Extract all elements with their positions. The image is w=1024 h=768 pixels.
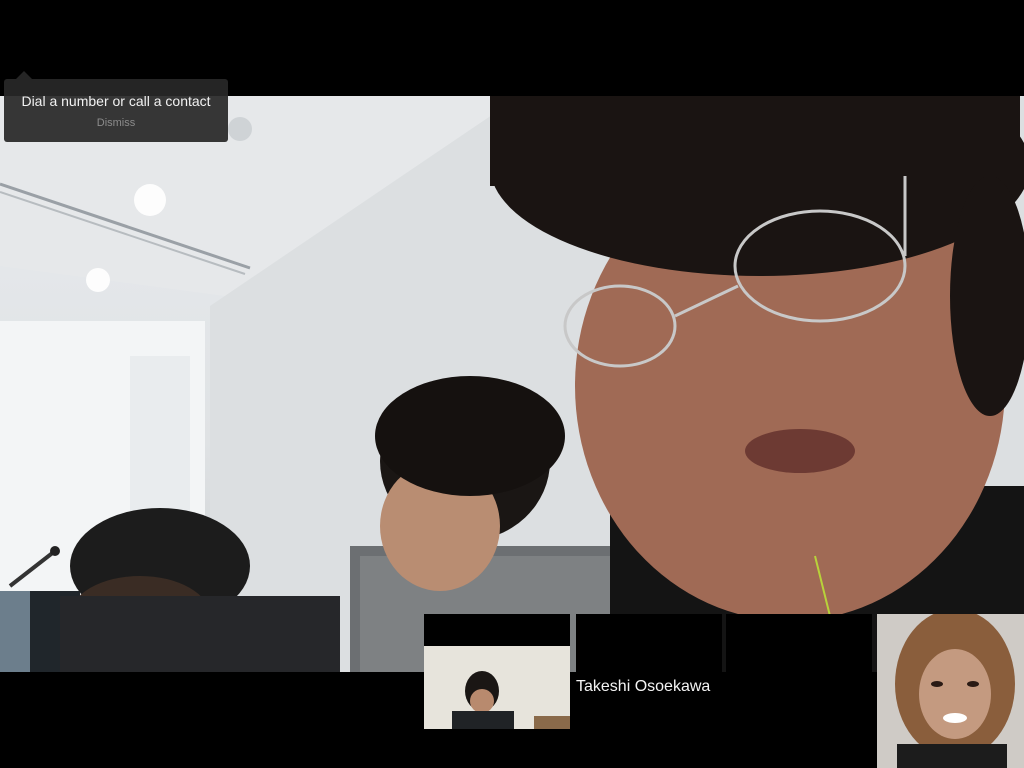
dial-hint-message: Dial a number or call a contact: [21, 93, 211, 109]
dial-hint-tooltip: Dial a number or call a contact Dismiss: [4, 71, 228, 142]
main-video-feed[interactable]: [0, 96, 1024, 672]
participant-tile-1[interactable]: [424, 614, 570, 729]
dismiss-button[interactable]: Dismiss: [97, 117, 136, 129]
participant-name-label: Takeshi Osoekawa: [576, 678, 711, 695]
participant-tile-3[interactable]: [726, 614, 872, 729]
hangout-call-window: Dial a number or call a contact Dismiss: [0, 0, 1024, 768]
tooltip-arrow-icon: [16, 71, 32, 79]
participant-tile-2[interactable]: [576, 614, 722, 729]
self-view-tile[interactable]: [877, 614, 1024, 768]
participant-filmstrip: [424, 614, 1024, 768]
self-video-thumbnail: [877, 614, 1024, 768]
participant-video-thumbnail: [424, 646, 570, 729]
main-video-scene: [0, 96, 1024, 672]
